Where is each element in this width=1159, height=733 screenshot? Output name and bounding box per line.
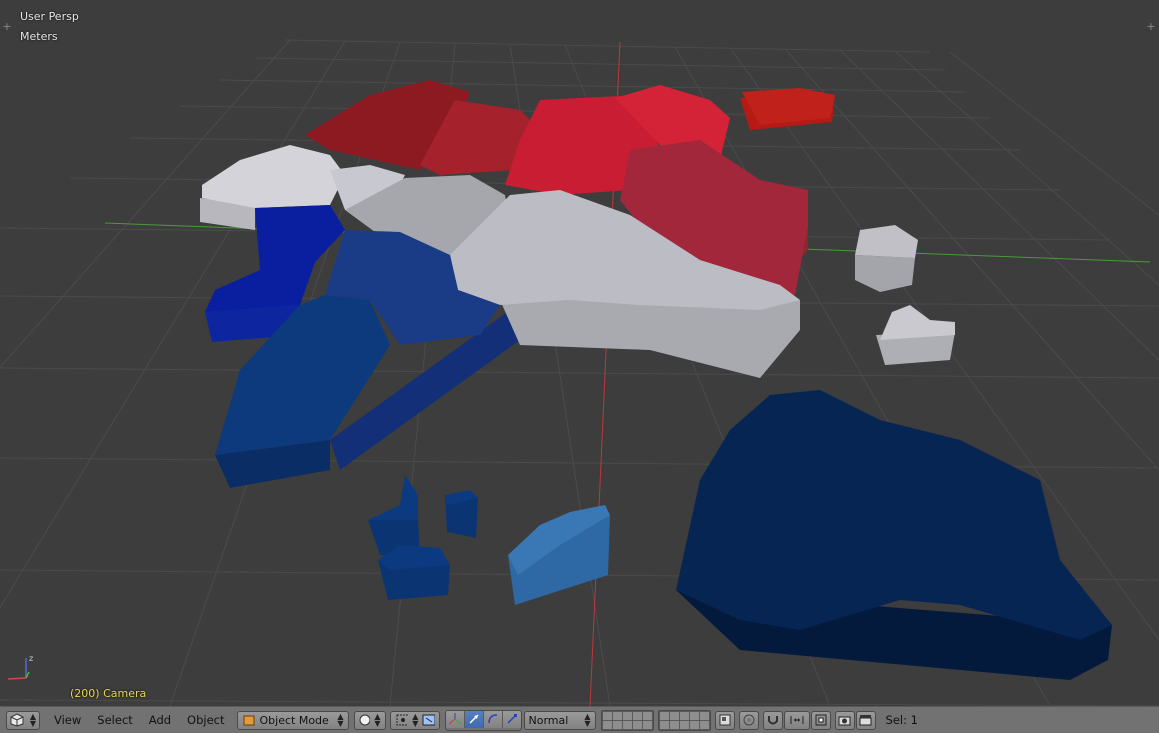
editor-type-selector[interactable]: ▲ ▼	[6, 710, 40, 730]
active-object-label: (200) Camera	[70, 687, 147, 700]
layer-button[interactable]	[659, 720, 669, 729]
menu-view[interactable]: View	[46, 711, 89, 730]
layer-button[interactable]	[699, 720, 709, 729]
transform-orientation-selector[interactable]: Normal ▲ ▼	[523, 710, 596, 730]
camera-render-icon[interactable]	[834, 710, 855, 730]
layer-button[interactable]	[669, 720, 679, 729]
manipulate-centers-icon[interactable]	[422, 713, 435, 727]
layer-button[interactable]	[622, 711, 632, 720]
layer-button[interactable]	[632, 720, 642, 729]
units-label: Meters	[20, 30, 58, 43]
menu-add[interactable]: Add	[141, 711, 179, 730]
orientation-label: Normal	[528, 713, 569, 727]
layer-button[interactable]	[699, 711, 709, 720]
updown-arrows-icon: ▲ ▼	[412, 712, 419, 728]
layer-button[interactable]	[669, 711, 679, 720]
layers-block-1[interactable]	[600, 709, 654, 731]
pivot-point-icon	[396, 714, 409, 726]
layer-button[interactable]	[612, 720, 622, 729]
region-small-white-east	[855, 225, 918, 258]
manipulator-group	[444, 709, 522, 731]
layer-button[interactable]	[689, 720, 699, 729]
3d-viewport[interactable]: User Persp Meters (200) Camera + + z	[0, 0, 1159, 706]
axis-manipulator-icon[interactable]	[445, 710, 465, 728]
pivot-point-selector[interactable]: ▲ ▼	[389, 710, 440, 730]
layer-button[interactable]	[602, 711, 612, 720]
cube-icon	[10, 713, 24, 727]
layer-button[interactable]	[632, 711, 642, 720]
selection-status: Sel: 1	[885, 713, 918, 727]
scale-icon[interactable]	[502, 710, 521, 728]
viewport-header: ▲ ▼ View Select Add Object Object Mode ▲ ▼…	[0, 706, 1159, 733]
translate-icon[interactable]	[464, 710, 484, 728]
rotate-icon[interactable]	[483, 710, 503, 728]
layer-button[interactable]	[679, 720, 689, 729]
region-island-a	[368, 475, 418, 520]
layer-button[interactable]	[622, 720, 632, 729]
region-small-white-south-east	[880, 305, 955, 340]
mode-selector[interactable]: Object Mode ▲ ▼	[236, 710, 349, 730]
magnet-icon[interactable]	[762, 710, 783, 730]
solid-sphere-icon	[359, 714, 371, 726]
viewport-scene[interactable]	[0, 0, 1159, 706]
layers-block-2[interactable]	[657, 709, 711, 731]
region-large-south-east	[676, 390, 1112, 640]
map-regions[interactable]	[202, 80, 1112, 640]
toolshelf-toggle-icon[interactable]: +	[2, 21, 12, 32]
layer-button[interactable]	[679, 711, 689, 720]
mode-label: Object Mode	[259, 713, 329, 727]
svg-text:z: z	[29, 654, 33, 663]
menu-select[interactable]: Select	[89, 711, 140, 730]
updown-arrows-icon: ▲ ▼	[584, 712, 591, 728]
updown-arrows-icon: ▲ ▼	[337, 712, 344, 728]
view-name-label: User Persp	[20, 10, 79, 23]
layer-button[interactable]	[689, 711, 699, 720]
object-mode-icon	[243, 715, 255, 726]
properties-toggle-icon[interactable]: +	[1146, 21, 1156, 32]
snap-element-icon[interactable]	[783, 710, 810, 730]
layer-button[interactable]	[612, 711, 622, 720]
layer-button[interactable]	[642, 720, 652, 729]
layer-button[interactable]	[602, 720, 612, 729]
viewport-shading-selector[interactable]: ▲ ▼	[353, 710, 386, 730]
updown-arrows-icon: ▲ ▼	[374, 712, 381, 728]
region-west-white	[202, 145, 345, 208]
clapper-icon[interactable]	[855, 710, 876, 730]
updown-arrows-icon: ▲ ▼	[29, 712, 36, 728]
menu-object[interactable]: Object	[179, 711, 232, 730]
layer-button[interactable]	[642, 711, 652, 720]
snap-target-icon[interactable]	[810, 710, 831, 730]
layer-toggle-icon[interactable]	[714, 710, 735, 730]
layer-button[interactable]	[659, 711, 669, 720]
axis-gizmo-icon: z	[7, 654, 33, 680]
proportional-edit-icon[interactable]	[738, 710, 759, 730]
